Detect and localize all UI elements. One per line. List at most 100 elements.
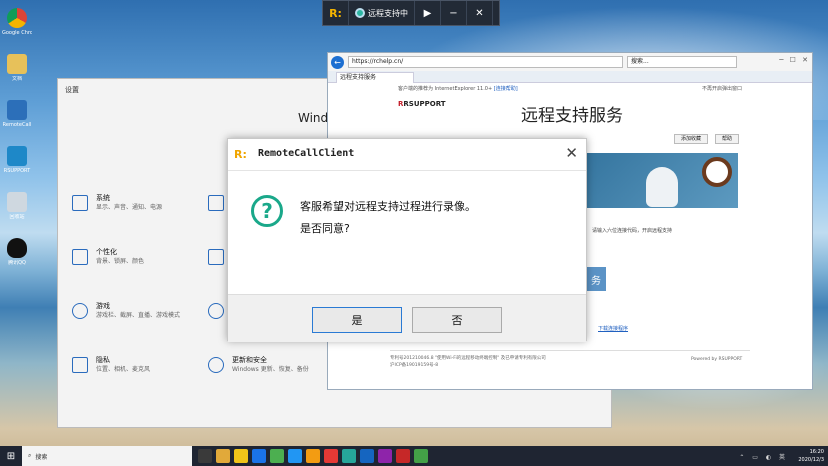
help-link[interactable]: [连接帮助] — [494, 86, 518, 92]
desktop-icon-docs[interactable]: 文档 — [2, 50, 32, 96]
coffee-cup-illustration — [702, 157, 732, 187]
resume-button[interactable]: ▶ — [415, 1, 441, 25]
windows-start-icon[interactable]: ⊞ — [0, 446, 22, 466]
settings-title: 设置 — [65, 86, 79, 94]
xbox-icon — [72, 303, 88, 319]
close-remote-button[interactable]: ✕ — [467, 1, 493, 25]
settings-item-name: 隐私 — [96, 356, 110, 364]
consent-dialog: R: RemoteCallClient ✕ ? 客服希望对远程支持过程进行录像。… — [227, 138, 587, 342]
taskbar-app-icon[interactable] — [288, 449, 302, 463]
apps-list-icon — [208, 249, 224, 265]
desktop-icon-label: 文档 — [11, 76, 22, 82]
monitor-icon — [72, 195, 88, 211]
taskbar-app-icon[interactable] — [324, 449, 338, 463]
desktop-icon-rsupport[interactable]: RSUPPORT — [2, 142, 32, 188]
desktop-icon-label: RSUPPORT — [3, 168, 31, 174]
yes-button[interactable]: 是 — [312, 307, 402, 333]
settings-item-name: 游戏 — [96, 302, 110, 310]
clock[interactable]: 16:20 2020/12/3 — [798, 448, 824, 464]
taskbar-app-icon[interactable] — [252, 449, 266, 463]
page-title: 远程支持服务 — [521, 106, 623, 126]
window-controls[interactable]: ─ ☐ ✕ — [779, 56, 810, 64]
no-button[interactable]: 否 — [412, 307, 502, 333]
add-favorite-button[interactable]: 添加收藏 — [674, 134, 709, 144]
settings-item-name: 系统 — [96, 194, 110, 202]
settings-item-apps[interactable] — [208, 247, 224, 265]
desktop-icon-recycle-bin[interactable]: 回收站 — [2, 188, 32, 234]
remotecall-icon — [7, 100, 27, 120]
tab-remote-support[interactable]: 远程支持服务 — [336, 72, 414, 83]
taskbar-app-icon[interactable] — [342, 449, 356, 463]
banner-note: 请输入六位连接代码，开启远程支持 — [592, 228, 673, 234]
dialog-question: 是否同意? — [300, 222, 350, 235]
footer-divider — [390, 350, 750, 351]
brand-text: RSUPPORT — [403, 100, 446, 108]
rsupport-logo: RRSUPPORT — [398, 100, 446, 108]
dialog-footer: 是 否 — [228, 294, 586, 342]
settings-item-desc: 位置、相机、麦克风 — [96, 366, 151, 373]
download-link[interactable]: 下载连接程序 — [598, 325, 628, 332]
lock-icon — [72, 357, 88, 373]
taskbar-app-icon[interactable] — [270, 449, 284, 463]
settings-item-privacy[interactable]: 隐私 位置、相机、麦克风 — [72, 355, 150, 374]
tray-icons[interactable]: ⌃ ▭ ◐ 英 — [739, 452, 788, 461]
footer-line: 沪ICP备19019159号-8 — [390, 363, 439, 368]
url-field[interactable]: https://rchelp.cn/ — [348, 56, 623, 68]
search-icon: ⌕ — [28, 452, 32, 459]
taskbar: ⊞ ⌕ 搜索 ⌃ ▭ ◐ 英 16:20 2020/12/3 — [0, 446, 828, 466]
taskbar-app-icon[interactable] — [306, 449, 320, 463]
settings-item-desc: 背景、锁屏、颜色 — [96, 258, 145, 265]
back-arrow-icon[interactable]: ← — [331, 55, 344, 69]
dialog-message: 客服希望对远程支持过程进行录像。 — [300, 200, 476, 213]
dialog-header: R: RemoteCallClient ✕ — [228, 139, 586, 171]
settings-item-desc: 显示、声音、通知、电源 — [96, 204, 163, 211]
settings-item-system[interactable]: 系统 显示、声音、通知、电源 — [72, 193, 162, 212]
remote-status-label: 远程支持中 — [368, 8, 408, 18]
settings-item-desc: Windows 更新、恢复、备份 — [232, 366, 309, 373]
banner-image — [586, 153, 738, 208]
minimize-button[interactable]: − — [441, 1, 467, 25]
clock-date: 2020/12/3 — [798, 457, 824, 463]
taskbar-apps — [198, 449, 428, 463]
search-field[interactable]: 搜索... — [627, 56, 737, 68]
desktop-icon-chrome[interactable]: Google Chrome — [2, 4, 32, 50]
desktop-icon-label: Google Chrome — [2, 30, 32, 36]
help-button[interactable]: 帮助 — [715, 134, 740, 144]
taskbar-app-icon[interactable] — [216, 449, 230, 463]
settings-item-personalization[interactable]: 个性化 背景、锁屏、颜色 — [72, 247, 144, 266]
address-bar-row: ← https://rchelp.cn/ 搜索... — [328, 53, 812, 71]
taskbar-search[interactable]: ⌕ 搜索 — [22, 446, 192, 466]
chrome-icon — [7, 8, 27, 28]
desktop-icon-qq[interactable]: 腾讯QQ — [2, 234, 32, 280]
sync-icon — [208, 357, 224, 373]
settings-item-gaming[interactable]: 游戏 游戏栏、截屏、直播、游戏模式 — [72, 301, 180, 320]
close-icon[interactable]: ✕ — [565, 144, 578, 162]
taskbar-app-icon[interactable] — [378, 449, 392, 463]
devices-icon — [208, 195, 224, 211]
start-support-button[interactable]: 务 — [586, 267, 606, 291]
recycle-bin-icon — [7, 192, 27, 212]
desktop-icon-label: RemoteCall — [2, 122, 32, 128]
taskbar-app-icon[interactable] — [234, 449, 248, 463]
settings-item-update[interactable]: 更新和安全 Windows 更新、恢复、备份 — [208, 355, 309, 374]
ease-of-access-icon — [208, 303, 224, 319]
folder-icon — [7, 54, 27, 74]
settings-item-desc: 游戏栏、截屏、直播、游戏模式 — [96, 312, 181, 319]
desktop-icon-label: 回收站 — [9, 214, 25, 220]
info-bar-text: 客户端的推荐为 InternetExplorer 11.0+ — [398, 86, 493, 92]
taskbar-app-icon[interactable] — [414, 449, 428, 463]
desktop-icon-label: 腾讯QQ — [8, 260, 26, 266]
no-popup-checkbox[interactable]: 不再开启弹出窗口 — [702, 84, 742, 94]
taskbar-app-icon[interactable] — [396, 449, 410, 463]
tab-strip: 远程支持服务 — [328, 71, 812, 83]
settings-item-devices[interactable] — [208, 193, 224, 211]
remote-support-toolbar: R: 远程支持中 ▶ − ✕ — [322, 0, 500, 26]
qq-penguin-icon — [7, 238, 27, 258]
settings-item-name: 更新和安全 — [232, 356, 267, 364]
taskbar-app-icon[interactable] — [198, 449, 212, 463]
question-icon: ? — [251, 195, 283, 227]
dialog-title: RemoteCallClient — [258, 148, 355, 159]
desktop-icon-remotecall[interactable]: RemoteCall — [2, 96, 32, 142]
taskbar-app-icon[interactable] — [360, 449, 374, 463]
settings-item-ease[interactable] — [208, 301, 224, 319]
